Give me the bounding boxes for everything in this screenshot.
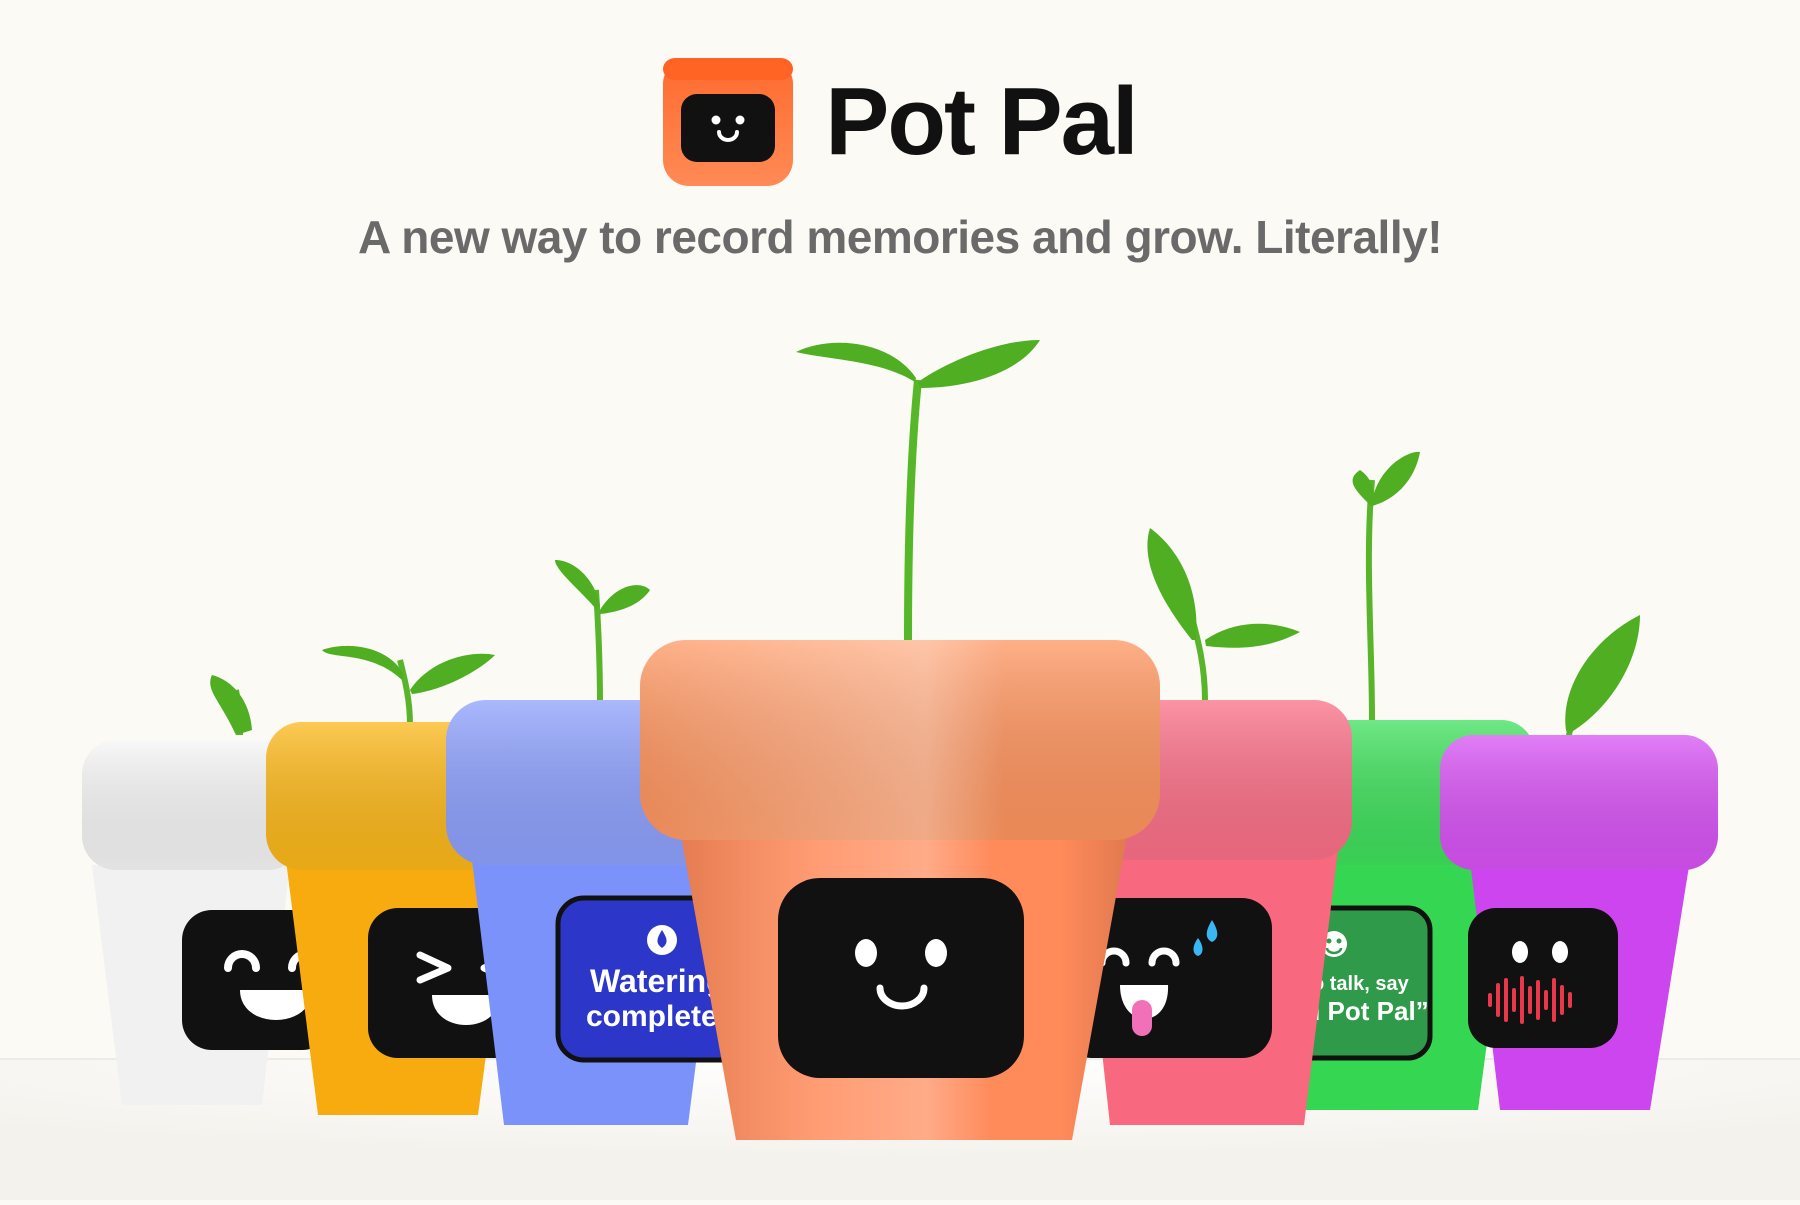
smiling-screen-icon [663,58,794,186]
pot-screen [1468,908,1618,1048]
leaf [918,340,1040,388]
app-title: Pot Pal [825,68,1138,175]
pot-screen [778,878,1024,1078]
pot-purple [1440,615,1718,1110]
leaf [210,675,252,735]
leaf [796,342,916,382]
screen-line-2: complete [586,1000,718,1033]
tagline: A new way to record memories and grow. L… [357,211,1443,263]
pot-orange [640,340,1160,1140]
hero-header: Pot Pal A new way to record memories and… [0,0,1800,280]
brand-row: Pot Pal [0,58,1800,186]
sprout [904,379,922,641]
